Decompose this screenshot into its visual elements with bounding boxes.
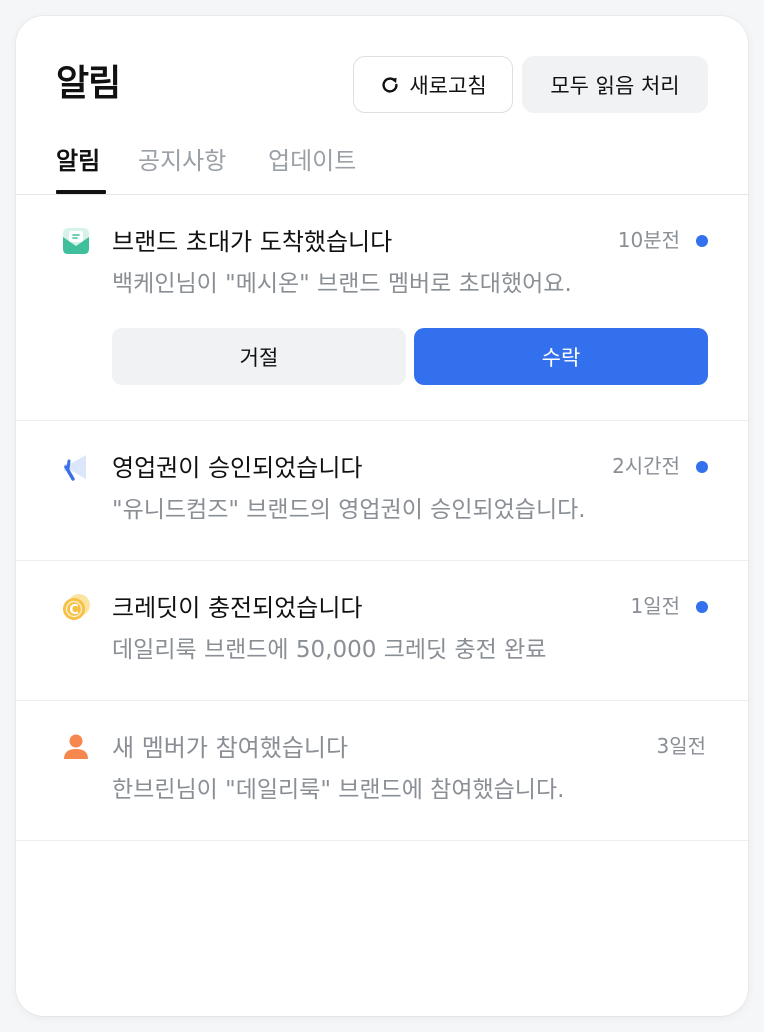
notification-body: 백케인님이 "메시온" 브랜드 멤버로 초대했어요. (112, 271, 572, 297)
notification-item[interactable]: 새 멤버가 참여했습니다 3일전 한브린님이 "데일리룩" 브랜드에 참여했습니… (16, 701, 748, 841)
refresh-button[interactable]: 새로고침 (353, 56, 513, 113)
notification-item[interactable]: 브랜드 초대가 도착했습니다 10분전 백케인님이 "메시온" 브랜드 멤버로 … (16, 195, 748, 421)
reject-button[interactable]: 거절 (112, 328, 406, 385)
notification-title: 크레딧이 충전되었습니다 (112, 594, 363, 622)
credit-coin-icon: C (60, 591, 92, 623)
tab-bar: 알림 공지사항 업데이트 (16, 142, 748, 195)
tab-updates[interactable]: 업데이트 (268, 142, 356, 180)
envelope-invite-icon (60, 225, 92, 257)
notification-body: "유니드컴즈" 브랜드의 영업권이 승인되었습니다. (112, 497, 586, 523)
refresh-label: 새로고침 (409, 73, 487, 98)
mark-all-read-label: 모두 읽음 처리 (550, 73, 680, 98)
tab-announcements[interactable]: 공지사항 (138, 142, 226, 180)
reject-label: 거절 (239, 345, 279, 370)
notification-body: 한브린님이 "데일리룩" 브랜드에 참여했습니다. (112, 777, 565, 803)
notification-time: 10분전 (617, 228, 680, 252)
notification-time: 1일전 (630, 594, 680, 618)
refresh-icon (379, 74, 401, 96)
notification-item[interactable]: 영업권이 승인되었습니다 2시간전 "유니드컴즈" 브랜드의 영업권이 승인되었… (16, 421, 748, 561)
notification-title: 새 멤버가 참여했습니다 (112, 734, 349, 762)
accept-label: 수락 (541, 345, 581, 370)
notification-item[interactable]: C 크레딧이 충전되었습니다 1일전 데일리룩 브랜드에 50,000 크레딧 … (16, 561, 748, 701)
page-title: 알림 (56, 63, 121, 104)
unread-dot (696, 235, 708, 247)
notification-time: 2시간전 (612, 454, 680, 478)
notification-title: 영업권이 승인되었습니다 (112, 454, 363, 482)
notifications-panel: 알림 새로고침 모두 읽음 처리 알림 공지사항 업데이트 브랜드 초대가 도착… (16, 16, 748, 1016)
notification-body: 데일리룩 브랜드에 50,000 크레딧 충전 완료 (112, 637, 547, 663)
panel-header: 알림 새로고침 모두 읽음 처리 (16, 16, 748, 136)
notification-time: 3일전 (656, 734, 706, 758)
person-icon (60, 731, 92, 763)
unread-dot (696, 601, 708, 613)
svg-text:C: C (69, 603, 79, 618)
megaphone-icon (60, 451, 92, 483)
tab-notifications[interactable]: 알림 (56, 142, 100, 180)
notification-title: 브랜드 초대가 도착했습니다 (112, 228, 393, 256)
active-tab-indicator (56, 190, 106, 194)
mark-all-read-button[interactable]: 모두 읽음 처리 (522, 56, 708, 113)
unread-dot (696, 461, 708, 473)
accept-button[interactable]: 수락 (414, 328, 708, 385)
